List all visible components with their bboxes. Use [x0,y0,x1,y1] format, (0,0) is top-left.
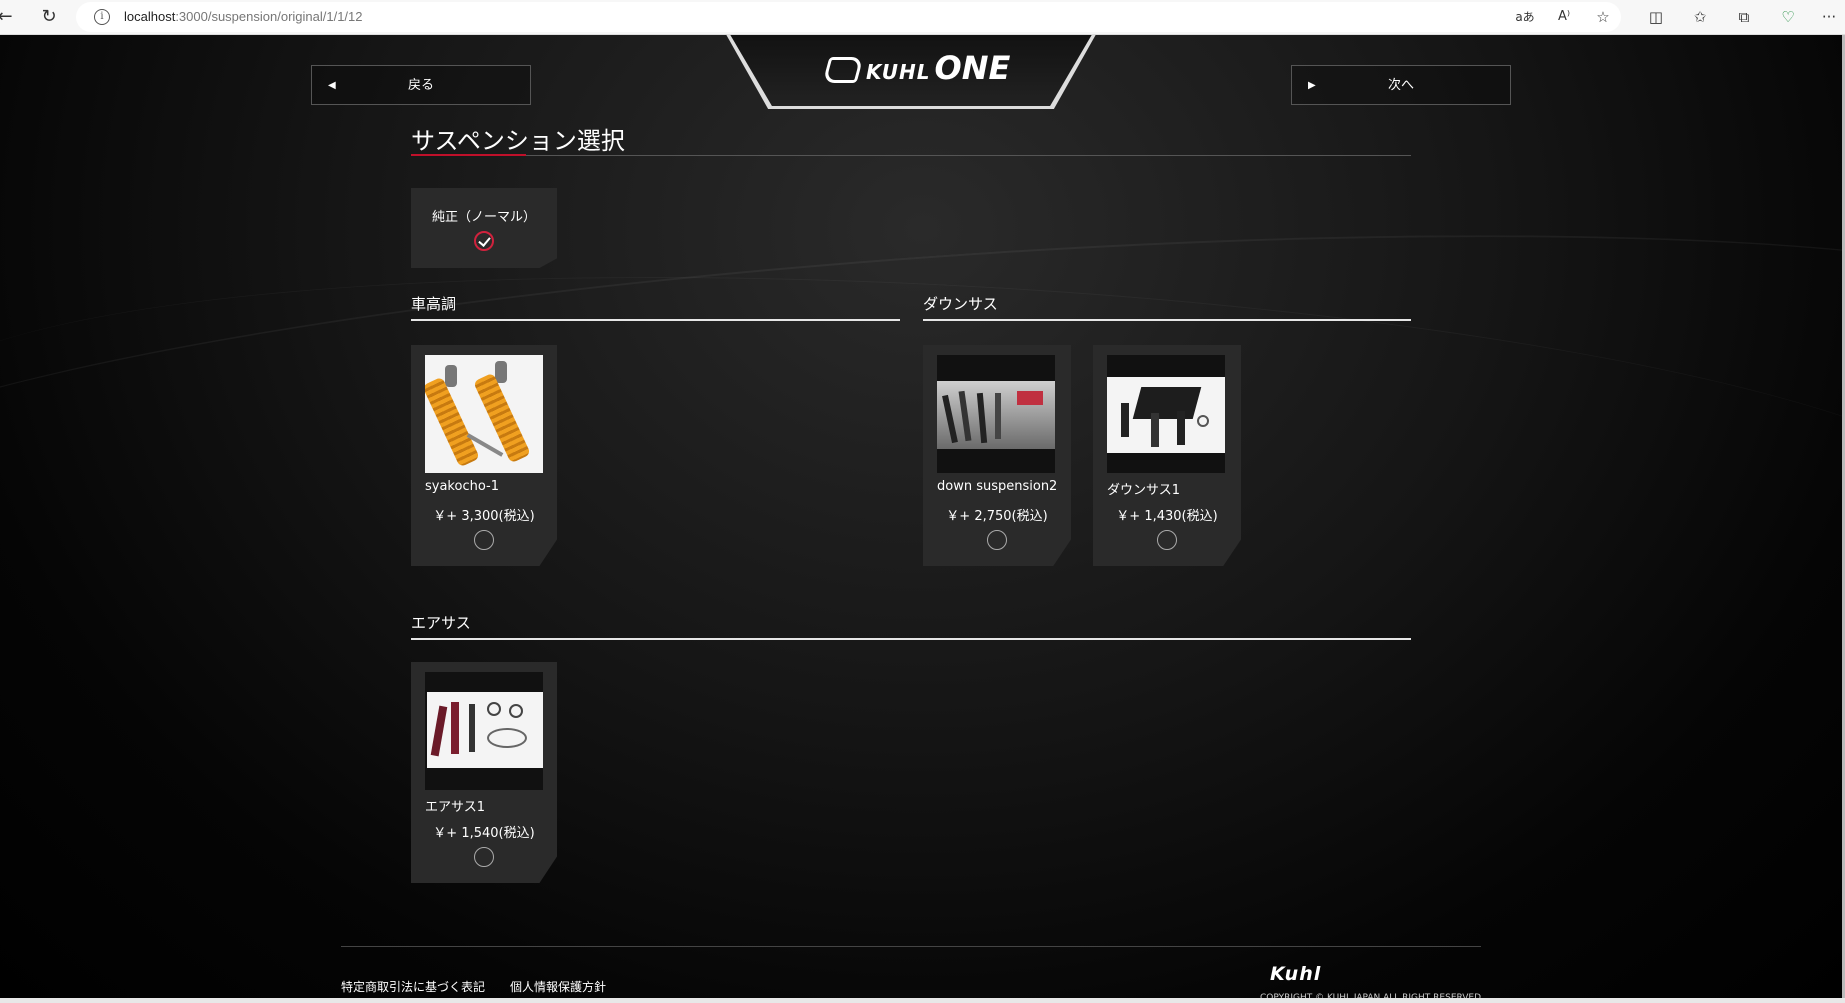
kuhl-mark-icon [822,57,864,83]
product-radio[interactable] [474,847,494,867]
product-card-airsus1[interactable]: エアサス1 ￥+ 1,540(税込) [411,662,557,883]
browser-essentials-icon[interactable]: ♡ [1777,6,1799,28]
product-card-down-suspension2[interactable]: down suspension2 ￥+ 2,750(税込) [923,345,1071,566]
title-accent [411,154,526,156]
reload-icon[interactable]: ↻ [38,6,60,28]
product-name: down suspension2 [937,479,1058,494]
category-divider [411,319,900,321]
collections-icon[interactable]: ⧉ [1733,6,1755,28]
product-image-airsus1 [425,672,543,790]
favorites-icon[interactable]: ✩ [1689,6,1711,28]
product-radio[interactable] [987,530,1007,550]
translate-icon[interactable]: aあ [1514,6,1536,28]
address-bar[interactable]: i localhost:3000/suspension/original/1/1… [76,2,1621,32]
back-icon[interactable]: ← [0,6,16,28]
next-button-label: 次へ [1387,78,1414,93]
product-name: ダウンサス1 [1107,483,1181,498]
back-button-label: 戻る [407,78,434,93]
chevron-left-icon: ◀ [328,80,336,91]
footer-link-tokusho[interactable]: 特定商取引法に基づく表記 [341,978,485,995]
page-title: サスペンション選択 [411,127,625,155]
product-name: エアサス1 [425,800,486,815]
category-title-downsus: ダウンサス [923,295,998,313]
chevron-right-icon: ▶ [1308,80,1316,91]
footer-divider [341,946,1481,947]
product-name: syakocho-1 [425,479,499,494]
logo-product: ONE [934,49,1011,87]
page-content: ◀ 戻る ▶ 次へ KUHL ONE サスペンション選択 純正（ノーマル） 車高調… [0,35,1845,1003]
footer-link-privacy[interactable]: 個人情報保護方針 [510,978,606,995]
url-text[interactable]: localhost:3000/suspension/original/1/1/1… [124,9,363,24]
product-image-downsus1 [1107,355,1225,473]
category-title-airsus: エアサス [411,614,471,632]
product-price: ￥+ 2,750(税込) [946,509,1048,524]
product-card-downsus1[interactable]: ダウンサス1 ￥+ 1,430(税込) [1093,345,1241,566]
footer-kuhl-logo[interactable]: Kuhl [1270,963,1321,985]
next-button[interactable]: ▶ 次へ [1291,65,1511,105]
product-card-syakocho-1[interactable]: syakocho-1 ￥+ 3,300(税込) [411,345,557,566]
more-icon[interactable]: ··· [1818,6,1840,28]
split-screen-icon[interactable]: ◫ [1645,6,1667,28]
back-button[interactable]: ◀ 戻る [311,65,531,105]
info-icon[interactable]: i [94,9,110,25]
kuhl-one-logo[interactable]: KUHL ONE [822,49,1011,87]
product-image-syakocho-1 [425,355,543,473]
category-divider [411,638,1411,640]
product-price: ￥+ 1,430(税込) [1116,509,1218,524]
product-price: ￥+ 3,300(税込) [433,509,535,524]
browser-toolbar: ← ↻ i localhost:3000/suspension/original… [0,0,1845,35]
genuine-radio-checked[interactable] [474,231,494,251]
title-divider [411,155,1411,156]
product-image-down-suspension2 [937,355,1055,473]
read-aloud-icon[interactable]: A⁾ [1553,6,1575,28]
logo-brand: KUHL [866,60,931,84]
category-title-coilover: 車高調 [411,295,457,313]
product-radio[interactable] [1157,530,1177,550]
product-price: ￥+ 1,540(税込) [433,826,535,841]
window-bottom-edge [0,998,1845,1003]
product-radio[interactable] [474,530,494,550]
genuine-option-card[interactable]: 純正（ノーマル） [411,188,557,268]
favorite-icon[interactable]: ☆ [1592,6,1614,28]
genuine-label: 純正（ノーマル） [431,210,536,225]
category-divider [923,319,1411,321]
